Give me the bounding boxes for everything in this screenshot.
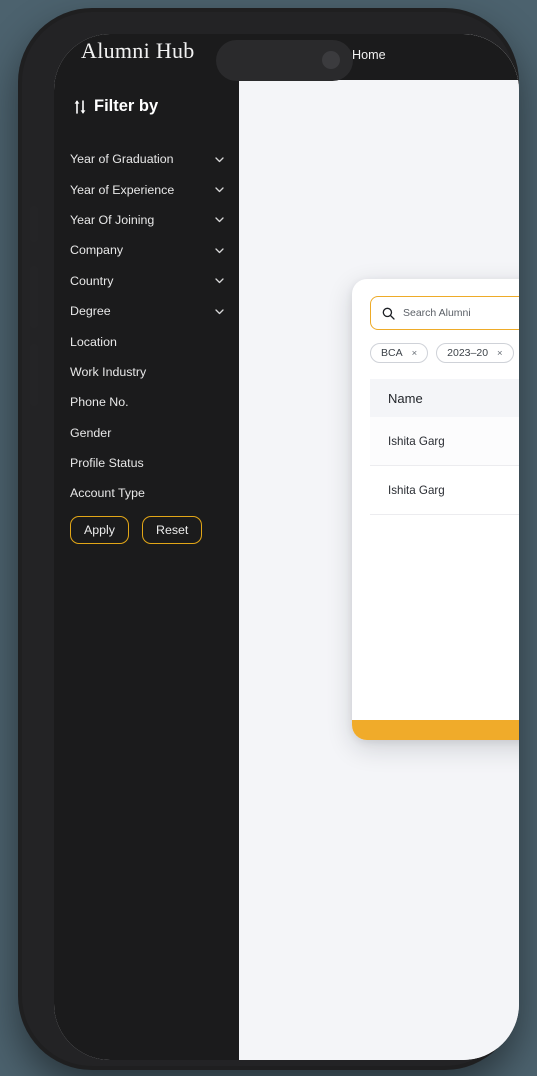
filter-item-label: Year of Experience — [70, 182, 175, 197]
chevron-down-icon — [214, 184, 225, 195]
chevron-down-icon — [214, 275, 225, 286]
chevron-down-icon — [214, 154, 225, 165]
filter-item-label: Country — [70, 273, 114, 288]
filter-item-country[interactable]: Country — [70, 266, 225, 296]
filter-item-profile-status[interactable]: Profile Status — [70, 448, 225, 478]
filter-item-location[interactable]: Location — [70, 326, 225, 356]
filter-item-label: Location — [70, 334, 117, 349]
apply-button[interactable]: Apply — [70, 516, 129, 544]
filter-item-label: Company — [70, 243, 124, 258]
search-icon — [382, 307, 395, 320]
sidebar: Alumni Hub Filter by Year of Graduation … — [54, 34, 239, 1060]
volume-down-button[interactable] — [30, 344, 38, 406]
scene: Alumni Hub Filter by Year of Graduation … — [0, 0, 537, 1076]
filter-list: Year of Graduation Year of Experience Ye… — [70, 144, 225, 509]
reset-button[interactable]: Reset — [142, 516, 203, 544]
volume-up-button[interactable] — [30, 266, 38, 328]
search-alumni-input[interactable]: Search Alumni — [370, 296, 519, 330]
filter-item-phone-no[interactable]: Phone No. — [70, 387, 225, 417]
filter-item-label: Gender — [70, 425, 112, 440]
chevron-down-icon — [214, 245, 225, 256]
search-placeholder-text: Search Alumni — [403, 307, 471, 319]
cell-name: Ishita Garg — [388, 483, 445, 497]
table-row[interactable]: Ishita Garg — [370, 417, 519, 466]
active-filter-chips: BCA × 2023–20 × — [370, 343, 519, 363]
alumni-table: Name Ishita Garg Ishita Garg — [370, 379, 519, 515]
front-camera-icon — [322, 51, 340, 69]
filter-item-account-type[interactable]: Account Type — [70, 478, 225, 508]
filter-by-label: Filter by — [94, 97, 159, 115]
filter-item-year-of-graduation[interactable]: Year of Graduation — [70, 144, 225, 174]
card-footer-bar — [352, 720, 519, 740]
chevron-down-icon — [214, 306, 225, 317]
filter-item-label: Phone No. — [70, 395, 129, 410]
phone-frame: Alumni Hub Filter by Year of Graduation … — [18, 8, 519, 1070]
chip-label: BCA — [381, 347, 403, 359]
filter-actions: Apply Reset — [70, 516, 203, 544]
cell-name: Ishita Garg — [388, 434, 445, 448]
dynamic-island — [216, 40, 353, 81]
table-row[interactable]: Ishita Garg — [370, 466, 519, 515]
filter-chip-bca[interactable]: BCA × — [370, 343, 429, 363]
filter-by-heading: Filter by — [73, 97, 158, 116]
filter-item-label: Account Type — [70, 486, 145, 501]
sort-filter-icon — [73, 99, 87, 115]
filter-item-label: Year Of Joining — [70, 212, 155, 227]
filter-item-label: Profile Status — [70, 456, 144, 471]
filter-item-label: Work Industry — [70, 364, 147, 379]
filter-item-company[interactable]: Company — [70, 235, 225, 265]
alumni-results-card: Search Alumni BCA × 2023–20 × Name Ishit… — [352, 279, 519, 740]
phone-screen: Alumni Hub Filter by Year of Graduation … — [54, 34, 519, 1060]
silent-switch-button[interactable] — [30, 206, 38, 242]
filter-item-gender[interactable]: Gender — [70, 418, 225, 448]
filter-item-year-of-experience[interactable]: Year of Experience — [70, 174, 225, 204]
close-icon[interactable]: × — [412, 348, 418, 359]
filter-item-label: Year of Graduation — [70, 152, 174, 167]
filter-item-work-industry[interactable]: Work Industry — [70, 357, 225, 387]
close-icon[interactable]: × — [497, 348, 503, 359]
nav-link-home[interactable]: Home — [352, 48, 386, 62]
column-header-name: Name — [388, 390, 423, 406]
app-brand-title: Alumni Hub — [81, 38, 195, 63]
filter-item-degree[interactable]: Degree — [70, 296, 225, 326]
table-header-row: Name — [370, 379, 519, 417]
chip-label: 2023–20 — [447, 347, 489, 359]
filter-item-label: Degree — [70, 304, 111, 319]
filter-chip-year-range[interactable]: 2023–20 × — [436, 343, 514, 363]
filter-item-year-of-joining[interactable]: Year Of Joining — [70, 205, 225, 235]
chevron-down-icon — [214, 214, 225, 225]
